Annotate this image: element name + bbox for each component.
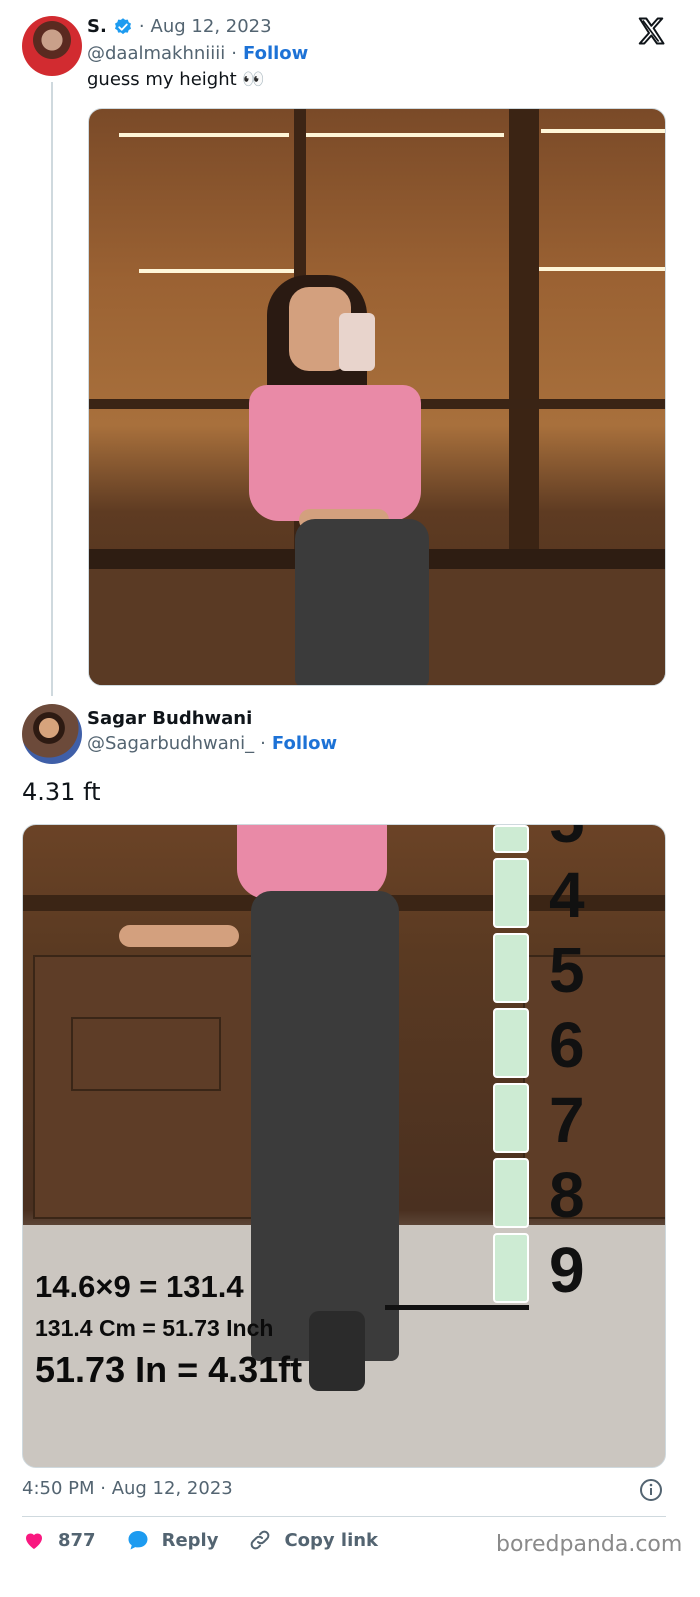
ruler-number: 6 xyxy=(549,1009,585,1081)
tweet-timestamp[interactable]: 4:50 PM · Aug 12, 2023 xyxy=(22,1478,233,1499)
reply-button[interactable]: Reply xyxy=(126,1528,219,1552)
ruler-number: 5 xyxy=(549,934,585,1006)
ruler-number: 4 xyxy=(549,859,585,931)
thread-line xyxy=(51,82,53,696)
ruler-number: 5 xyxy=(549,825,585,858)
person-shoe xyxy=(309,1311,365,1391)
separator-dot: · xyxy=(138,16,145,37)
calc-line-2: 131.4 Cm = 51.73 Inch xyxy=(35,1315,274,1341)
tweet2-handle-row: @Sagarbudhwani_ · Follow xyxy=(87,733,337,754)
person-jeans xyxy=(251,891,399,1361)
ruler-segment xyxy=(493,1083,529,1153)
author-name[interactable]: Sagar Budhwani xyxy=(87,708,252,729)
tweet-card: S. · Aug 12, 2023 @daalmakhniiii · Follo… xyxy=(0,0,700,1597)
shelf-light xyxy=(537,267,665,271)
follow-button[interactable]: Follow xyxy=(272,733,337,754)
ruler-segment xyxy=(493,1233,529,1303)
separator-dot: · xyxy=(260,733,266,754)
tweet2-text: 4.31 ft xyxy=(22,778,101,806)
tweet1-handle-row: @daalmakhniiii · Follow xyxy=(87,43,308,64)
author-name[interactable]: S. xyxy=(87,16,107,37)
tweet2-photo[interactable]: 5 4 5 6 7 8 9 14.6×9 = 131.4 131.4 Cm = … xyxy=(22,824,666,1468)
reply-label: Reply xyxy=(161,1529,219,1551)
like-count: 877 xyxy=(58,1529,96,1551)
verified-badge-icon xyxy=(114,17,131,34)
ruler-segment xyxy=(493,858,529,928)
ruler-segment xyxy=(493,825,529,853)
separator-dot: · xyxy=(231,43,238,64)
measure-baseline xyxy=(385,1305,529,1310)
cabinet-door xyxy=(523,955,665,1219)
calc-line-3: 51.73 In = 4.31ft xyxy=(35,1349,303,1390)
tweet-date[interactable]: Aug 12, 2023 xyxy=(151,16,272,37)
cabinet-panel xyxy=(71,1017,221,1091)
phone-ruler xyxy=(493,825,529,1307)
shelf-light xyxy=(119,133,289,137)
tweet1-photo[interactable] xyxy=(88,108,666,686)
link-icon xyxy=(251,1530,270,1550)
ruler-segment xyxy=(493,1008,529,1078)
ruler-number: 9 xyxy=(549,1234,585,1306)
heart-icon xyxy=(26,1533,42,1549)
follow-button[interactable]: Follow xyxy=(243,43,308,64)
copy-link-label: Copy link xyxy=(284,1529,379,1551)
avatar[interactable] xyxy=(22,704,82,764)
author-handle[interactable]: @daalmakhniiii xyxy=(87,43,225,64)
shelf-light xyxy=(139,269,294,273)
calc-line-1: 14.6×9 = 131.4 xyxy=(35,1269,244,1304)
x-logo-icon[interactable] xyxy=(636,16,666,46)
ruler-number: 7 xyxy=(549,1084,585,1156)
avatar[interactable] xyxy=(22,16,82,76)
ruler-segment xyxy=(493,1158,529,1228)
author-handle[interactable]: @Sagarbudhwani_ xyxy=(87,733,254,754)
copy-link-button[interactable]: Copy link xyxy=(248,1528,378,1552)
watermark: boredpanda.com xyxy=(496,1532,683,1557)
like-button[interactable]: 877 xyxy=(22,1528,96,1552)
reply-bubble-icon xyxy=(128,1531,148,1550)
shelf-light xyxy=(304,133,504,137)
person-top xyxy=(249,385,421,521)
phone xyxy=(339,313,375,371)
ruler-segment xyxy=(493,933,529,1003)
shelf-light xyxy=(541,129,665,133)
ruler-numbers: 5 4 5 6 7 8 9 xyxy=(549,825,585,1308)
tweet2-header: Sagar Budhwani xyxy=(87,708,252,729)
divider xyxy=(22,1516,666,1517)
person-arm xyxy=(119,925,239,947)
action-bar: 877 Reply Copy link xyxy=(22,1528,408,1552)
person-top xyxy=(237,825,387,899)
info-icon[interactable] xyxy=(639,1478,663,1502)
tweet1-header: S. · Aug 12, 2023 xyxy=(87,16,272,37)
tweet1-text: guess my height 👀 xyxy=(87,69,265,90)
person-jeans xyxy=(295,519,429,685)
ruler-number: 8 xyxy=(549,1159,585,1231)
